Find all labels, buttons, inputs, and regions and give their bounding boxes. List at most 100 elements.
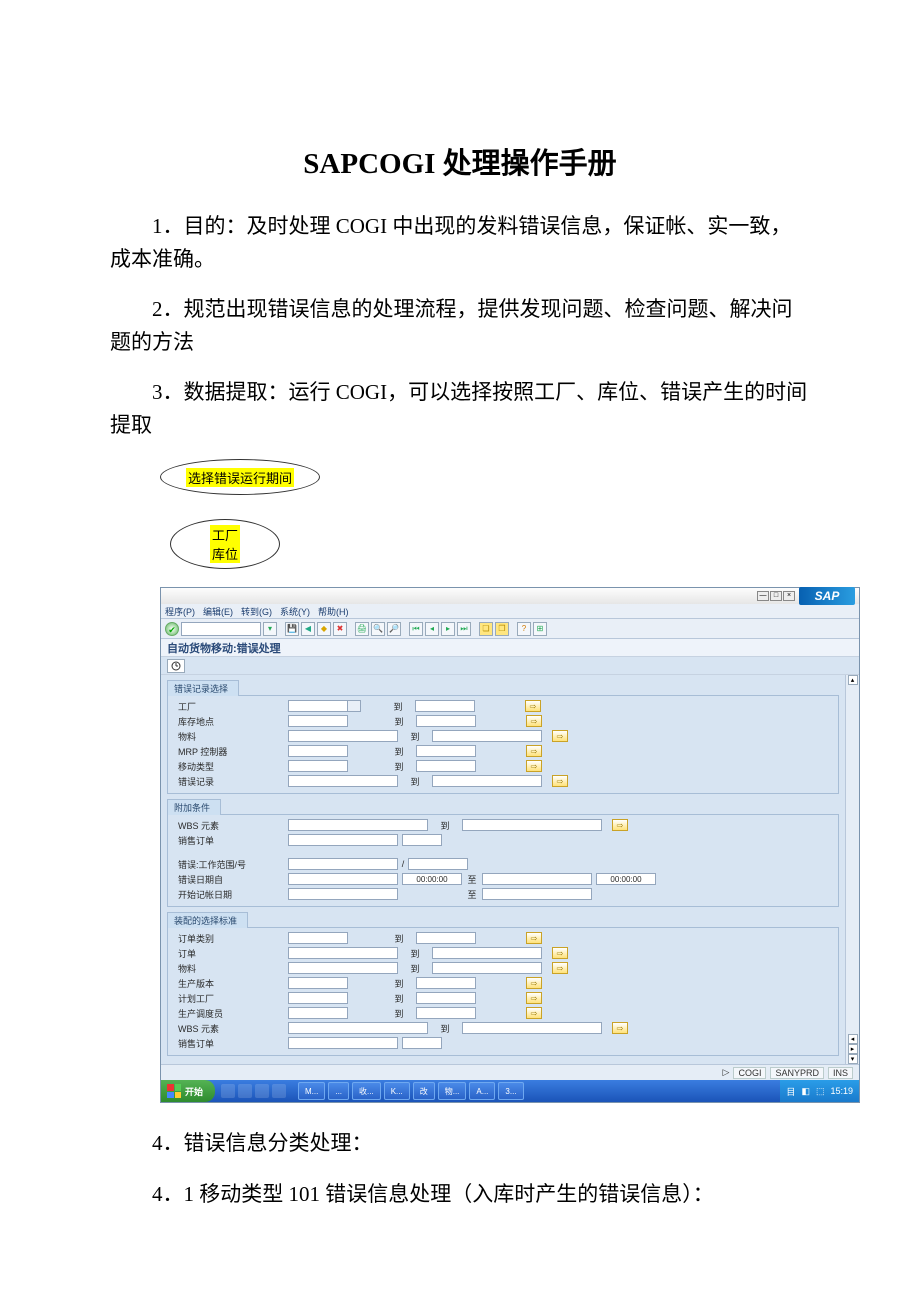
- multi-select-button[interactable]: ⇨: [526, 715, 542, 727]
- input-prodver-high[interactable]: [416, 977, 476, 989]
- input-errdate-high[interactable]: [482, 873, 592, 885]
- dropdown-icon[interactable]: ▾: [263, 622, 277, 636]
- input-wbs-low[interactable]: [288, 819, 428, 831]
- close-button[interactable]: ×: [783, 591, 795, 601]
- multi-select-button[interactable]: ⇨: [526, 760, 542, 772]
- input-sloc-high[interactable]: [416, 715, 476, 727]
- input-material-low[interactable]: [288, 730, 398, 742]
- quicklaunch-icon[interactable]: [221, 1084, 235, 1098]
- input-wbs2-high[interactable]: [462, 1022, 602, 1034]
- taskbar-item[interactable]: 改: [413, 1082, 435, 1100]
- layout-icon[interactable]: ⊞: [533, 622, 547, 636]
- input-scheduler-high[interactable]: [416, 1007, 476, 1019]
- exit-icon[interactable]: ◆: [317, 622, 331, 636]
- execute-button[interactable]: [167, 659, 185, 673]
- input-errarea-1[interactable]: [288, 858, 398, 870]
- taskbar-item[interactable]: A...: [469, 1082, 495, 1100]
- cancel-icon[interactable]: ✖: [333, 622, 347, 636]
- taskbar-item[interactable]: ...: [328, 1082, 349, 1100]
- input-errrec-high[interactable]: [432, 775, 542, 787]
- input-plant-low[interactable]: [288, 700, 348, 712]
- menu-help[interactable]: 帮助(H): [318, 605, 349, 618]
- menu-program[interactable]: 程序(P): [165, 605, 195, 618]
- taskbar-item[interactable]: K...: [384, 1082, 410, 1100]
- multi-select-button[interactable]: ⇨: [552, 962, 568, 974]
- input-startdate-high[interactable]: [482, 888, 592, 900]
- input-mrp-high[interactable]: [416, 745, 476, 757]
- input-order-low[interactable]: [288, 947, 398, 959]
- f4-help-icon[interactable]: [347, 700, 361, 712]
- save-icon[interactable]: 💾: [285, 622, 299, 636]
- input-so[interactable]: [288, 834, 398, 846]
- multi-select-button[interactable]: ⇨: [525, 700, 541, 712]
- find-icon[interactable]: 🔍: [371, 622, 385, 636]
- tray-icon[interactable]: 目: [786, 1085, 795, 1098]
- input-errarea-2[interactable]: [408, 858, 468, 870]
- taskbar-item[interactable]: M...: [298, 1082, 325, 1100]
- multi-select-button[interactable]: ⇨: [612, 1022, 628, 1034]
- input-ordtype-low[interactable]: [288, 932, 348, 944]
- input-plant-high[interactable]: [415, 700, 475, 712]
- multi-select-button[interactable]: ⇨: [552, 947, 568, 959]
- input-wbs2-low[interactable]: [288, 1022, 428, 1034]
- last-page-icon[interactable]: ⏭: [457, 622, 471, 636]
- input-so2-item[interactable]: [402, 1037, 442, 1049]
- taskbar-item[interactable]: 收...: [352, 1082, 381, 1100]
- menu-system[interactable]: 系统(Y): [280, 605, 310, 618]
- input-prodver-low[interactable]: [288, 977, 348, 989]
- scroll-up-icon[interactable]: ▴: [848, 675, 858, 685]
- multi-select-button[interactable]: ⇨: [526, 745, 542, 757]
- input-planplant-low[interactable]: [288, 992, 348, 1004]
- input-errdate-low[interactable]: [288, 873, 398, 885]
- multi-select-button[interactable]: ⇨: [552, 775, 568, 787]
- back-icon[interactable]: ◀: [301, 622, 315, 636]
- multi-select-button[interactable]: ⇨: [526, 932, 542, 944]
- input-mvt-high[interactable]: [416, 760, 476, 772]
- help-icon[interactable]: ?: [517, 622, 531, 636]
- input-material2-low[interactable]: [288, 962, 398, 974]
- multi-select-button[interactable]: ⇨: [552, 730, 568, 742]
- shortcut-icon[interactable]: ❐: [495, 622, 509, 636]
- multi-select-button[interactable]: ⇨: [526, 992, 542, 1004]
- input-scheduler-low[interactable]: [288, 1007, 348, 1019]
- taskbar-item[interactable]: 物...: [438, 1082, 467, 1100]
- input-startdate-low[interactable]: [288, 888, 398, 900]
- input-mrp-low[interactable]: [288, 745, 348, 757]
- find-next-icon[interactable]: 🔎: [387, 622, 401, 636]
- multi-select-button[interactable]: ⇨: [526, 1007, 542, 1019]
- multi-select-button[interactable]: ⇨: [526, 977, 542, 989]
- tray-icon[interactable]: ⬚: [816, 1086, 825, 1097]
- first-page-icon[interactable]: ⏮: [409, 622, 423, 636]
- quicklaunch-icon[interactable]: [238, 1084, 252, 1098]
- scroll-left-icon[interactable]: ◂: [848, 1034, 858, 1044]
- next-page-icon[interactable]: ▸: [441, 622, 455, 636]
- input-planplant-high[interactable]: [416, 992, 476, 1004]
- input-errtime-high[interactable]: 00:00:00: [596, 873, 656, 885]
- menu-goto[interactable]: 转到(G): [241, 605, 272, 618]
- input-so2[interactable]: [288, 1037, 398, 1049]
- input-so-item[interactable]: [402, 834, 442, 846]
- print-icon[interactable]: 🖨: [355, 622, 369, 636]
- scrollbar[interactable]: ▴ ◂ ▸ ▾: [845, 675, 859, 1064]
- input-errrec-low[interactable]: [288, 775, 398, 787]
- input-errtime-low[interactable]: 00:00:00: [402, 873, 462, 885]
- input-material-high[interactable]: [432, 730, 542, 742]
- input-material2-high[interactable]: [432, 962, 542, 974]
- command-field[interactable]: [181, 622, 261, 636]
- start-button[interactable]: 开始: [161, 1080, 215, 1102]
- input-order-high[interactable]: [432, 947, 542, 959]
- prev-page-icon[interactable]: ◂: [425, 622, 439, 636]
- taskbar-item[interactable]: 3...: [498, 1082, 523, 1100]
- tray-icon[interactable]: ◧: [801, 1086, 810, 1097]
- quicklaunch-icon[interactable]: [272, 1084, 286, 1098]
- multi-select-button[interactable]: ⇨: [612, 819, 628, 831]
- maximize-button[interactable]: □: [770, 591, 782, 601]
- input-wbs-high[interactable]: [462, 819, 602, 831]
- enter-button[interactable]: ✔: [165, 622, 179, 636]
- input-mvt-low[interactable]: [288, 760, 348, 772]
- input-sloc-low[interactable]: [288, 715, 348, 727]
- minimize-button[interactable]: ―: [757, 591, 769, 601]
- scroll-down-icon[interactable]: ▾: [848, 1054, 858, 1064]
- new-session-icon[interactable]: ❏: [479, 622, 493, 636]
- scroll-right-icon[interactable]: ▸: [848, 1044, 858, 1054]
